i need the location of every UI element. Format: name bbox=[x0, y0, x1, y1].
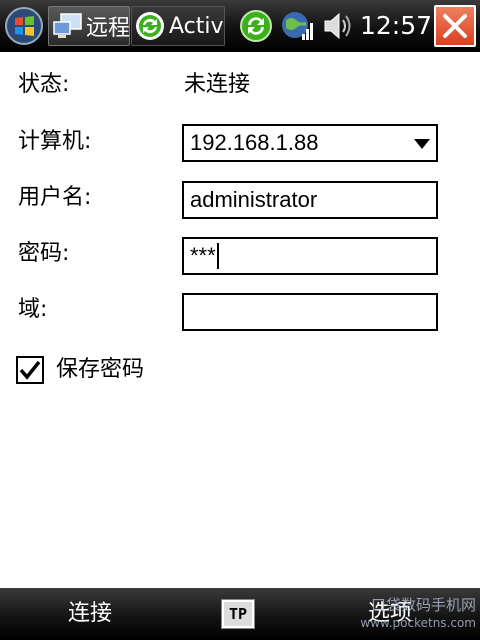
watermark-url: www.pocketns.com bbox=[360, 616, 476, 630]
start-button[interactable] bbox=[4, 6, 44, 46]
status-value: 未连接 bbox=[184, 72, 251, 97]
title-bar: 远程 ActiveSync 12: bbox=[0, 0, 480, 52]
watermark: 口袋数码手机网 www.pocketns.com bbox=[336, 596, 480, 636]
computer-value: 192.168.1.88 bbox=[190, 130, 319, 155]
activesync-icon bbox=[136, 12, 164, 40]
task-activesync[interactable]: ActiveSync bbox=[131, 6, 225, 46]
save-password-checkbox[interactable] bbox=[16, 356, 44, 384]
task-remote-label: 远程 bbox=[86, 16, 130, 41]
tray-network[interactable] bbox=[280, 8, 316, 44]
computer-label: 计算机: bbox=[18, 129, 92, 154]
text-caret bbox=[216, 243, 219, 269]
remote-desktop-icon bbox=[53, 13, 82, 38]
username-label: 用户名: bbox=[18, 185, 92, 210]
sync-icon bbox=[240, 10, 272, 42]
password-value: *** bbox=[190, 243, 216, 268]
password-label: 密码: bbox=[18, 241, 70, 266]
connect-softkey[interactable]: 连接 bbox=[20, 588, 160, 640]
volume-icon bbox=[324, 12, 351, 40]
task-activesync-label: ActiveSync bbox=[169, 13, 224, 39]
dropdown-arrow-icon[interactable] bbox=[414, 139, 430, 149]
close-icon bbox=[443, 14, 467, 38]
computer-combobox[interactable]: 192.168.1.88 bbox=[182, 124, 438, 162]
network-signal-icon bbox=[282, 12, 313, 40]
username-value: administrator bbox=[190, 187, 318, 212]
tray-volume[interactable] bbox=[320, 8, 356, 44]
clock[interactable]: 12:57 bbox=[360, 8, 432, 44]
status-label: 状态: bbox=[18, 72, 70, 97]
domain-input[interactable] bbox=[182, 293, 438, 331]
tray-sync[interactable] bbox=[238, 8, 274, 44]
save-password-label[interactable]: 保存密码 bbox=[56, 356, 144, 384]
password-input[interactable]: *** bbox=[182, 237, 438, 275]
tp-input-icon[interactable]: TP bbox=[221, 599, 255, 629]
windows-logo-icon bbox=[5, 7, 43, 45]
close-button[interactable] bbox=[434, 5, 476, 47]
task-remote-desktop[interactable]: 远程 bbox=[48, 6, 130, 46]
domain-label: 域: bbox=[18, 297, 48, 322]
tp-input-label: TP bbox=[228, 605, 248, 623]
checkmark-icon bbox=[19, 360, 41, 380]
username-input[interactable]: administrator bbox=[182, 181, 438, 219]
watermark-title: 口袋数码手机网 bbox=[370, 596, 476, 614]
